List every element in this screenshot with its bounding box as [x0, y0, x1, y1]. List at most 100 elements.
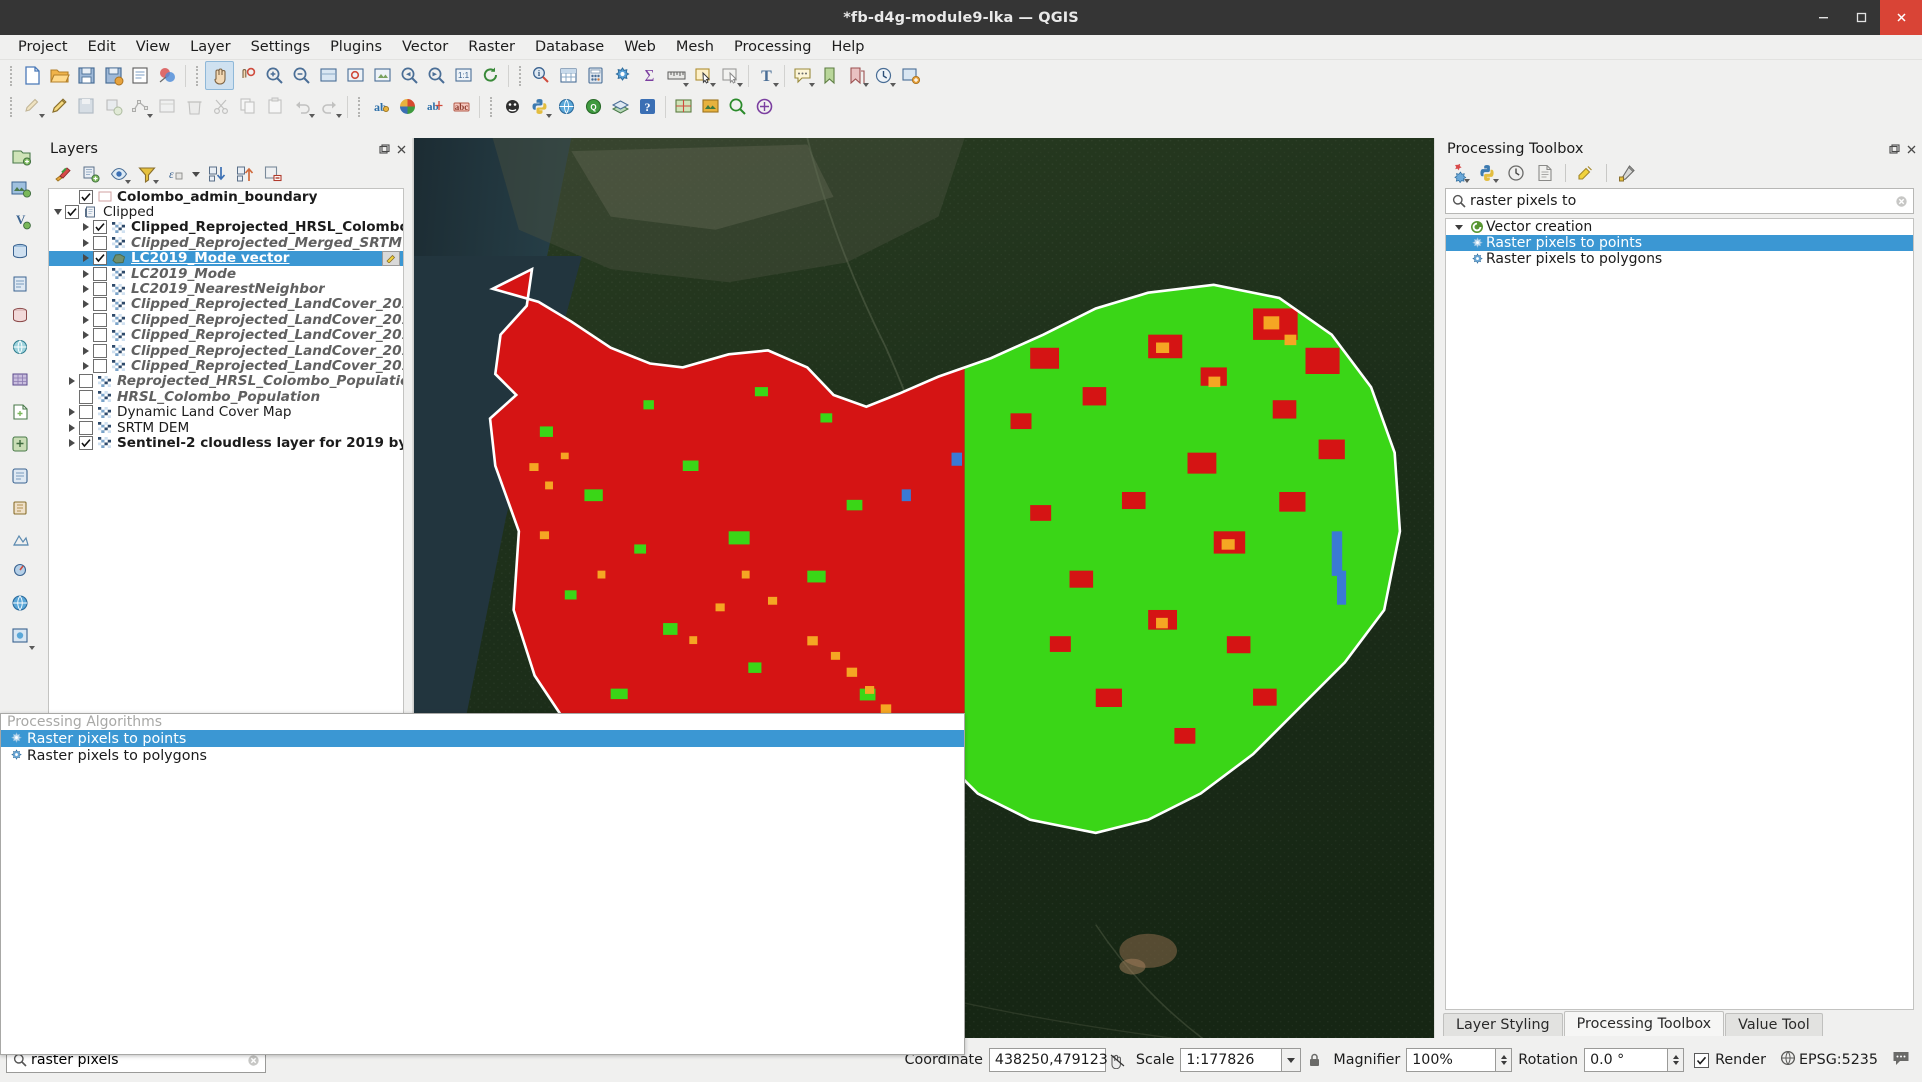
coordinate-field[interactable]: 438250,479123: [988, 1048, 1108, 1072]
menu-web[interactable]: Web: [614, 37, 666, 57]
filter-legend-icon[interactable]: [134, 162, 160, 186]
new-project-icon[interactable]: [19, 62, 46, 89]
close-panel-icon[interactable]: [394, 142, 408, 156]
layer-row[interactable]: Sentinel-2 cloudless layer for 2019 by E…: [49, 435, 403, 451]
messages-icon[interactable]: [1892, 1049, 1910, 1071]
undo-icon[interactable]: [289, 93, 316, 120]
algorithm-raster-pixels-to-points[interactable]: Raster pixels to points: [1446, 235, 1913, 251]
chevron-right-icon[interactable]: [79, 312, 93, 327]
layer-visibility-checkbox[interactable]: [93, 358, 107, 373]
zoom-next-icon[interactable]: [423, 62, 450, 89]
toolbar-grip[interactable]: [7, 64, 16, 88]
menu-edit[interactable]: Edit: [78, 37, 126, 57]
crs-label[interactable]: EPSG:5235: [1799, 1052, 1878, 1068]
menu-layer[interactable]: Layer: [180, 37, 240, 57]
new-geopackage-layer-icon[interactable]: [6, 428, 36, 460]
collapse-all-icon[interactable]: [232, 162, 258, 186]
undock-icon[interactable]: [377, 142, 391, 156]
clear-icon[interactable]: [1893, 193, 1909, 209]
paste-features-icon[interactable]: [262, 93, 289, 120]
toolbar-grip[interactable]: [516, 64, 525, 88]
chevron-right-icon[interactable]: [79, 358, 93, 373]
chevron-right-icon[interactable]: [65, 374, 79, 389]
processing-search-row[interactable]: [1445, 188, 1914, 214]
layer-visibility-checkbox[interactable]: [79, 435, 93, 450]
add-arcgis-layer-icon[interactable]: [6, 620, 36, 652]
chevron-right-icon[interactable]: [79, 266, 93, 281]
add-wms-layer-icon[interactable]: [6, 332, 36, 364]
close-button[interactable]: [1880, 0, 1922, 35]
chevron-right-icon[interactable]: [79, 343, 93, 358]
add-group-icon[interactable]: [78, 162, 104, 186]
zoom-native-icon[interactable]: 1:1: [450, 62, 477, 89]
zoom-to-selection-icon[interactable]: [342, 62, 369, 89]
save-layer-edits-icon[interactable]: [73, 93, 100, 120]
modify-attributes-icon[interactable]: [154, 93, 181, 120]
pan-to-selection-icon[interactable]: [234, 62, 261, 89]
layer-visibility-checkbox[interactable]: [93, 235, 107, 250]
metasearch-icon[interactable]: [553, 93, 580, 120]
layer-row[interactable]: HRSL_Colombo_Population: [49, 389, 403, 405]
new-gpx-layer-icon[interactable]: [6, 556, 36, 588]
new-text-annotation-icon[interactable]: T: [753, 62, 780, 89]
toolbar-grip[interactable]: [487, 95, 496, 119]
chevron-down-icon[interactable]: [51, 205, 65, 220]
filter-dropdown-caret[interactable]: [190, 162, 202, 186]
layer-visibility-checkbox[interactable]: [93, 328, 107, 343]
manage-map-themes-icon[interactable]: [106, 162, 132, 186]
chevron-right-icon[interactable]: [65, 420, 79, 435]
layer-visibility-checkbox[interactable]: [93, 343, 107, 358]
add-vector-layer-icon[interactable]: [6, 140, 36, 172]
layer-visibility-checkbox[interactable]: [93, 282, 107, 297]
measure-line-icon[interactable]: [663, 62, 690, 89]
help-contents-icon[interactable]: ?: [634, 93, 661, 120]
menu-project[interactable]: Project: [8, 37, 78, 57]
zoom-last-icon[interactable]: [396, 62, 423, 89]
layer-row[interactable]: SRTM DEM: [49, 420, 403, 436]
toggle-extents-icon[interactable]: [1106, 1052, 1130, 1069]
add-postgis-layer-icon[interactable]: [6, 236, 36, 268]
statistical-summary-icon[interactable]: Σ: [636, 62, 663, 89]
toolbar-grip[interactable]: [355, 95, 364, 119]
layer-visibility-checkbox[interactable]: [93, 297, 107, 312]
field-calculator-icon[interactable]: [582, 62, 609, 89]
processing-search-input[interactable]: [1468, 192, 1893, 210]
save-project-as-icon[interactable]: [100, 62, 127, 89]
options-icon[interactable]: [1614, 161, 1640, 185]
locator-results-popup[interactable]: Processing Algorithms Raster pixels to p…: [0, 713, 965, 1055]
layer-row[interactable]: Clipped_Reprojected_Merged_SRTM: [49, 235, 403, 251]
menu-view[interactable]: View: [126, 37, 180, 57]
layer-row[interactable]: LC2019_NearestNeighbor: [49, 281, 403, 297]
select-features-icon[interactable]: [690, 62, 717, 89]
identify-features-icon[interactable]: i: [528, 62, 555, 89]
chevron-down-icon[interactable]: [1450, 224, 1468, 230]
layer-visibility-checkbox[interactable]: [79, 405, 93, 420]
chevron-right-icon[interactable]: [79, 251, 93, 266]
add-delimited-text-layer-icon[interactable]: V: [6, 204, 36, 236]
new-shapefile-layer-icon[interactable]: [6, 396, 36, 428]
open-data-source-manager-icon[interactable]: [6, 588, 36, 620]
menu-settings[interactable]: Settings: [241, 37, 320, 57]
pan-map-icon[interactable]: [205, 61, 234, 90]
new-bookmark-icon[interactable]: [816, 62, 843, 89]
expand-all-icon[interactable]: [204, 162, 230, 186]
delete-selected-icon[interactable]: [181, 93, 208, 120]
close-panel-icon[interactable]: [1904, 142, 1918, 156]
scale-dropdown-button[interactable]: [1282, 1048, 1302, 1072]
qgis2web-icon[interactable]: Q: [580, 93, 607, 120]
redo-icon[interactable]: [316, 93, 343, 120]
processing-algorithm-tree[interactable]: Vector creation Raster pixels to points …: [1445, 218, 1914, 1010]
expression-filter-icon[interactable]: ε: [162, 162, 188, 186]
layer-row[interactable]: Colombo_admin_boundary: [49, 189, 403, 205]
results-viewer-icon[interactable]: [1532, 161, 1558, 185]
layer-visibility-checkbox[interactable]: [79, 189, 93, 204]
layer-row[interactable]: LC2019_Mode vector: [49, 250, 403, 266]
undock-icon[interactable]: [1887, 142, 1901, 156]
menu-processing[interactable]: Processing: [724, 37, 821, 57]
zoom-in-icon[interactable]: [261, 62, 288, 89]
chevron-right-icon[interactable]: [79, 328, 93, 343]
new-memory-layer-icon[interactable]: [6, 492, 36, 524]
python-console-icon[interactable]: [526, 93, 553, 120]
zoom-out-icon[interactable]: [288, 62, 315, 89]
label-layer-icon[interactable]: ab: [367, 93, 394, 120]
